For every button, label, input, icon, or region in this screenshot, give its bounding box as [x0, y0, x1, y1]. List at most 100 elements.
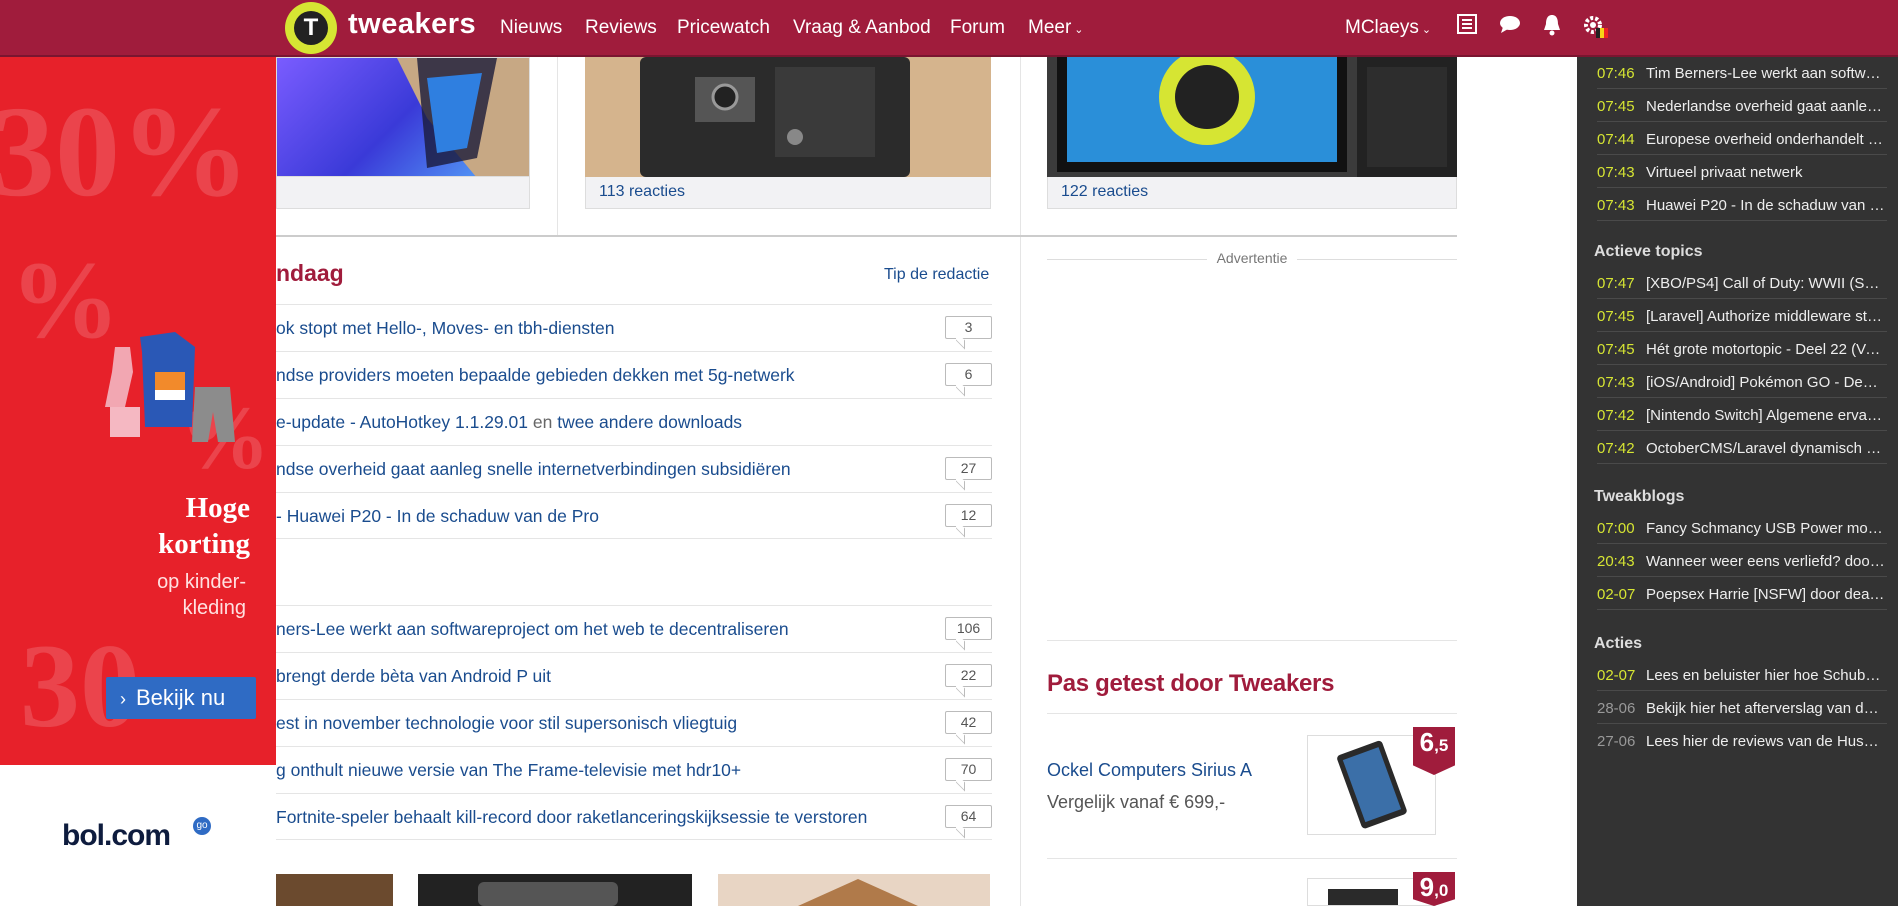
sidebar-topic-item[interactable]: 07:43 [iOS/Android] Pokémon GO - Dee…	[1597, 366, 1887, 398]
sidebar-news-item[interactable]: 07:46 Tim Berners-Lee werkt aan softw…	[1597, 57, 1887, 89]
news-title[interactable]: e-update - AutoHotkey 1.1.29.01 en twee …	[276, 412, 742, 433]
news-row[interactable]: e-update - AutoHotkey 1.1.29.01 en twee …	[276, 398, 992, 445]
bol-logo-area[interactable]: bol.com go	[0, 765, 276, 906]
news-row[interactable]: ndse providers moeten bepaalde gebieden …	[276, 351, 992, 398]
nav-link-meer[interactable]: Meer ⌄	[1028, 17, 1084, 39]
sidebar-news-item[interactable]: 07:45 Nederlandse overheid gaat aanleg…	[1597, 90, 1887, 122]
sidebar-blog-item[interactable]: 02-07 Poepsex Harrie [NSFW] door dea…	[1597, 578, 1887, 610]
item-text[interactable]: [Nintendo Switch] Algemene ervar…	[1646, 407, 1886, 424]
news-row[interactable]: ok stopt met Hello-, Moves- en tbh-diens…	[276, 304, 992, 351]
list-icon[interactable]	[1453, 13, 1481, 41]
article-thumbnail[interactable]	[418, 874, 692, 906]
pas-getest-title[interactable]: Pas getest door Tweakers	[1047, 670, 1334, 698]
item-text[interactable]: Virtueel privaat netwerk	[1646, 164, 1886, 181]
kids-clothing-image	[100, 327, 270, 467]
sidebar-action-item[interactable]: 02-07 Lees en beluister hier hoe Schub…	[1597, 659, 1887, 691]
item-text[interactable]: Lees en beluister hier hoe Schub…	[1646, 667, 1886, 684]
news-row[interactable]: - Huawei P20 - In de schaduw van de Pro …	[276, 492, 992, 539]
news-title-extra[interactable]: twee andere downloads	[557, 412, 742, 432]
user-menu[interactable]: MClaeys ⌄	[1345, 17, 1431, 39]
item-text[interactable]: [iOS/Android] Pokémon GO - Dee…	[1646, 374, 1886, 391]
article-thumbnail[interactable]	[1047, 57, 1457, 177]
comment-count-badge[interactable]: 106	[945, 617, 992, 640]
news-title[interactable]: ndse providers moeten bepaalde gebieden …	[276, 365, 795, 386]
comment-count-badge[interactable]: 3	[945, 316, 992, 339]
article-thumbnail[interactable]	[276, 57, 530, 177]
kinderkleding-advertisement[interactable]: 30% % % 30 Hoge korting op kinder- kledi…	[0, 57, 276, 765]
section-title[interactable]: ndaag	[276, 260, 344, 287]
nav-link-forum[interactable]: Forum	[950, 17, 1005, 39]
sidebar-blog-item[interactable]: 20:43 Wanneer weer eens verliefd? doo…	[1597, 545, 1887, 577]
nav-link-reviews[interactable]: Reviews	[585, 17, 657, 39]
news-title[interactable]: brengt derde bèta van Android P uit	[276, 666, 551, 687]
news-title[interactable]: ok stopt met Hello-, Moves- en tbh-diens…	[276, 318, 615, 339]
sidebar-news-item[interactable]: 07:44 Europese overheid onderhandelt …	[1597, 123, 1887, 155]
article-thumbnail[interactable]	[718, 874, 990, 906]
item-text[interactable]: Hét grote motortopic - Deel 22 (Ve…	[1646, 341, 1886, 358]
comment-count-badge[interactable]: 6	[945, 363, 992, 386]
news-row[interactable]: est in november technologie voor stil su…	[276, 699, 992, 746]
article-thumbnail[interactable]	[276, 874, 393, 906]
sidebar-topic-item[interactable]: 07:45 Hét grote motortopic - Deel 22 (Ve…	[1597, 333, 1887, 365]
bell-icon[interactable]	[1538, 13, 1566, 41]
article-thumbnail[interactable]	[585, 57, 991, 177]
sidebar-action-item[interactable]: 28-06 Bekijk hier het afterverslag van de…	[1597, 692, 1887, 724]
score-decimal: ,5	[1434, 736, 1449, 755]
news-title-main[interactable]: e-update - AutoHotkey 1.1.29.01	[276, 412, 528, 432]
comment-count-badge[interactable]: 70	[945, 758, 992, 781]
news-title[interactable]: ndse overheid gaat aanleg snelle interne…	[276, 459, 791, 480]
logo-text[interactable]: tweakers	[348, 8, 476, 41]
sidebar-action-item[interactable]: 27-06 Lees hier de reviews van de Husk…	[1597, 725, 1887, 757]
product-name-link[interactable]: Ockel Computers Sirius A	[1047, 760, 1252, 781]
item-text[interactable]: Europese overheid onderhandelt …	[1646, 131, 1886, 148]
sidebar-heading-tweakblogs[interactable]: Tweakblogs	[1594, 488, 1684, 506]
sidebar-topic-item[interactable]: 07:45 [Laravel] Authorize middleware st…	[1597, 300, 1887, 332]
sidebar-blog-item[interactable]: 07:00 Fancy Schmancy USB Power mo…	[1597, 512, 1887, 544]
comment-count-badge[interactable]: 27	[945, 457, 992, 480]
item-text[interactable]: Fancy Schmancy USB Power mo…	[1646, 520, 1886, 537]
comment-count-badge[interactable]: 12	[945, 504, 992, 527]
news-row[interactable]: brengt derde bèta van Android P uit 22	[276, 652, 992, 699]
news-row[interactable]: Fortnite-speler behaalt kill-record door…	[276, 793, 992, 840]
item-text[interactable]: Huawei P20 - In de schaduw van …	[1646, 197, 1886, 214]
nav-link-pricewatch[interactable]: Pricewatch	[677, 17, 770, 39]
sidebar-news-item[interactable]: 07:43 Huawei P20 - In de schaduw van …	[1597, 189, 1887, 221]
sidebar-topic-item[interactable]: 07:42 [Nintendo Switch] Algemene ervar…	[1597, 399, 1887, 431]
item-text[interactable]: Wanneer weer eens verliefd? doo…	[1646, 553, 1886, 570]
news-title[interactable]: ners-Lee werkt aan softwareproject om he…	[276, 619, 789, 640]
comment-count-badge[interactable]: 64	[945, 805, 992, 828]
item-text[interactable]: Lees hier de reviews van de Husk…	[1646, 733, 1886, 750]
comment-count-badge[interactable]: 22	[945, 664, 992, 687]
news-row[interactable]: ndse overheid gaat aanleg snelle interne…	[276, 445, 992, 492]
tweakers-logo-icon[interactable]: T	[285, 2, 337, 54]
settings-flag-icon[interactable]	[1581, 13, 1609, 41]
bekijk-nu-button[interactable]: › Bekijk nu	[106, 677, 256, 719]
news-row[interactable]: ners-Lee werkt aan softwareproject om he…	[276, 605, 992, 652]
news-title[interactable]: est in november technologie voor stil su…	[276, 713, 737, 734]
news-title[interactable]: g onthult nieuwe versie van The Frame-te…	[276, 760, 741, 781]
item-text[interactable]: OctoberCMS/Laravel dynamisch …	[1646, 440, 1886, 457]
news-row[interactable]: g onthult nieuwe versie van The Frame-te…	[276, 746, 992, 793]
sidebar-news-item[interactable]: 07:43 Virtueel privaat netwerk	[1597, 156, 1887, 188]
sidebar-heading-acties[interactable]: Acties	[1594, 635, 1642, 653]
item-text[interactable]: Nederlandse overheid gaat aanleg…	[1646, 98, 1886, 115]
item-text[interactable]: Poepsex Harrie [NSFW] door dea…	[1646, 586, 1886, 603]
item-text[interactable]: Bekijk hier het afterverslag van de…	[1646, 700, 1886, 717]
item-text[interactable]: [XBO/PS4] Call of Duty: WWII (S…	[1646, 275, 1886, 292]
sidebar-heading-actieve-topics[interactable]: Actieve topics	[1594, 243, 1702, 261]
comment-count-badge[interactable]: 42	[945, 711, 992, 734]
product-price[interactable]: Vergelijk vanaf € 699,-	[1047, 792, 1225, 813]
tip-de-redactie-link[interactable]: Tip de redactie	[884, 266, 989, 284]
chat-icon[interactable]	[1496, 13, 1524, 41]
nav-link-nieuws[interactable]: Nieuws	[500, 17, 562, 39]
reactions-link[interactable]: 122 reacties	[1061, 183, 1148, 201]
sidebar-topic-item[interactable]: 07:42 OctoberCMS/Laravel dynamisch …	[1597, 432, 1887, 464]
sidebar-topic-item[interactable]: 07:47 [XBO/PS4] Call of Duty: WWII (S…	[1597, 267, 1887, 299]
news-title[interactable]: - Huawei P20 - In de schaduw van de Pro	[276, 506, 599, 527]
bol-com-logo: bol.com	[62, 819, 171, 852]
news-title[interactable]: Fortnite-speler behaalt kill-record door…	[276, 807, 867, 828]
nav-link-vraag-aanbod[interactable]: Vraag & Aanbod	[793, 17, 931, 39]
item-text[interactable]: Tim Berners-Lee werkt aan softw…	[1646, 65, 1886, 82]
reactions-link[interactable]: 113 reacties	[599, 183, 685, 201]
item-text[interactable]: [Laravel] Authorize middleware st…	[1646, 308, 1886, 325]
